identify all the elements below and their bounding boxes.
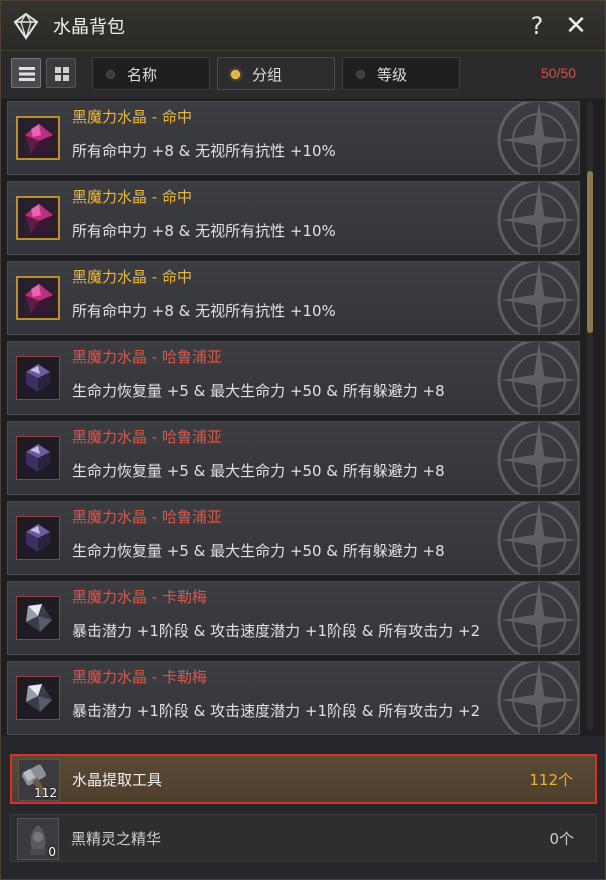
list-item[interactable]: 黑魔力水晶 - 命中所有命中力 +8 & 无视所有抗性 +10% — [7, 181, 580, 255]
crystal-name: 黑魔力水晶 - 命中 — [72, 188, 192, 206]
compass-emblem-icon — [484, 342, 579, 414]
crystal-name: 黑魔力水晶 - 命中 — [72, 268, 192, 286]
compass-emblem-icon — [484, 502, 579, 574]
item-stack-count: 112 — [34, 786, 57, 800]
crystal-effect: 生命力恢复量 +5 & 最大生命力 +50 & 所有躲避力 +8 — [72, 382, 445, 400]
list-icon — [19, 67, 35, 81]
crystal-name: 黑魔力水晶 - 命中 — [72, 108, 192, 126]
title-bar[interactable]: 水晶背包 ? ✕ — [1, 1, 605, 51]
scrollbar[interactable] — [587, 101, 593, 731]
crystal-effect: 暴击潜力 +1阶段 & 攻击速度潜力 +1阶段 & 所有攻击力 +2 — [72, 622, 481, 640]
sort-tab-level[interactable]: 等级 — [342, 57, 460, 90]
scroll-thumb[interactable] — [587, 171, 593, 333]
compass-emblem-icon — [484, 182, 579, 254]
shard-crystal-icon — [16, 676, 60, 720]
shard-crystal-icon — [16, 596, 60, 640]
radio-dot — [106, 70, 115, 79]
radio-dot-selected — [231, 70, 240, 79]
crystal-effect: 所有命中力 +8 & 无视所有抗性 +10% — [72, 142, 336, 160]
list-item[interactable]: 黑魔力水晶 - 哈鲁浦亚生命力恢复量 +5 & 最大生命力 +50 & 所有躲避… — [7, 421, 580, 495]
material-quantity: 0个 — [549, 830, 574, 848]
crystal-effect: 生命力恢复量 +5 & 最大生命力 +50 & 所有躲避力 +8 — [72, 462, 445, 480]
grid-view-button[interactable] — [46, 58, 76, 88]
grid-icon — [55, 67, 69, 81]
crystal-name: 黑魔力水晶 - 哈鲁浦亚 — [72, 348, 222, 366]
dark-crystal-icon — [16, 356, 60, 400]
compass-emblem-icon — [484, 422, 579, 494]
purple-crystal-icon — [16, 196, 60, 240]
compass-emblem-icon — [484, 582, 579, 654]
list-item[interactable]: 黑魔力水晶 - 卡勒梅暴击潜力 +1阶段 & 攻击速度潜力 +1阶段 & 所有攻… — [7, 581, 580, 655]
sort-tab-group[interactable]: 分组 — [217, 57, 335, 90]
list-item[interactable]: 黑魔力水晶 - 命中所有命中力 +8 & 无视所有抗性 +10% — [7, 261, 580, 335]
list-item[interactable]: 黑魔力水晶 - 哈鲁浦亚生命力恢复量 +5 & 最大生命力 +50 & 所有躲避… — [7, 341, 580, 415]
help-button[interactable]: ? — [523, 11, 551, 41]
list-item[interactable]: 黑魔力水晶 - 命中所有命中力 +8 & 无视所有抗性 +10% — [7, 101, 580, 175]
material-name: 水晶提取工具 — [72, 771, 163, 789]
purple-crystal-icon — [16, 276, 60, 320]
item-stack-count: 0 — [48, 845, 56, 859]
dark-crystal-icon — [16, 436, 60, 480]
radio-dot — [356, 70, 365, 79]
crystal-inventory-window: 水晶背包 ? ✕ 名称 分组 等级 50/50 黑魔力水晶 - 命中 所有命中力… — [0, 0, 606, 880]
sort-tab-label: 名称 — [127, 66, 158, 84]
compass-emblem-icon — [484, 262, 579, 334]
crystal-name: 黑魔力水晶 - 卡勒梅 — [72, 588, 207, 606]
hammer-icon: 112 — [18, 759, 60, 801]
purple-crystal-icon — [16, 116, 60, 160]
compass-emblem-icon — [484, 662, 579, 734]
list-item[interactable]: 黑魔力水晶 - 哈鲁浦亚生命力恢复量 +5 & 最大生命力 +50 & 所有躲避… — [7, 501, 580, 575]
list-item[interactable]: 黑魔力水晶 - 卡勒梅暴击潜力 +1阶段 & 攻击速度潜力 +1阶段 & 所有攻… — [7, 661, 580, 735]
sort-tab-name[interactable]: 名称 — [92, 57, 210, 90]
essence-icon: 0 — [17, 818, 59, 860]
crystal-name: 黑魔力水晶 - 哈鲁浦亚 — [72, 508, 222, 526]
dark-crystal-icon — [16, 516, 60, 560]
material-quantity: 112个 — [529, 771, 573, 789]
close-button[interactable]: ✕ — [562, 11, 590, 41]
crystal-icon — [13, 12, 39, 41]
sort-tab-label: 分组 — [252, 66, 283, 84]
toolbar: 名称 分组 等级 50/50 — [1, 52, 605, 98]
crystal-effect: 暴击潜力 +1阶段 & 攻击速度潜力 +1阶段 & 所有攻击力 +2 — [72, 702, 481, 720]
crystal-effect: 生命力恢复量 +5 & 最大生命力 +50 & 所有躲避力 +8 — [72, 542, 445, 560]
crystal-name: 黑魔力水晶 - 卡勒梅 — [72, 668, 207, 686]
window-title: 水晶背包 — [53, 17, 125, 38]
list-view-button[interactable] — [11, 58, 41, 88]
sort-tab-label: 等级 — [377, 66, 408, 84]
crystal-list[interactable]: 黑魔力水晶 - 命中 所有命中力 +8 & 无视所有抗性 +10% 黑魔力水晶 - … — [1, 99, 605, 736]
material-row-extraction-tool[interactable]: 112 水晶提取工具 112个 — [10, 754, 597, 804]
material-row-dark-elf-essence[interactable]: 0 黑精灵之精华 0个 — [10, 814, 597, 862]
crystal-name: 黑魔力水晶 - 哈鲁浦亚 — [72, 428, 222, 446]
compass-emblem-icon — [484, 102, 579, 174]
crystal-effect: 所有命中力 +8 & 无视所有抗性 +10% — [72, 302, 336, 320]
capacity-counter: 50/50 — [541, 65, 577, 81]
material-name: 黑精灵之精华 — [71, 830, 162, 848]
crystal-effect: 所有命中力 +8 & 无视所有抗性 +10% — [72, 222, 336, 240]
